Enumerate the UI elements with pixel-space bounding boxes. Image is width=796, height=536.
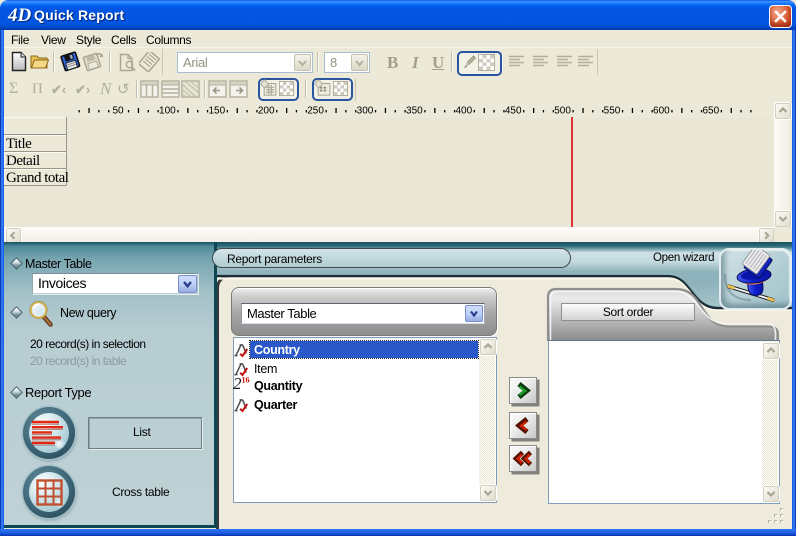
- svg-text:200: 200: [258, 106, 275, 117]
- svg-text:150: 150: [208, 106, 225, 117]
- svg-text:100: 100: [159, 106, 176, 117]
- svg-text:400: 400: [455, 106, 472, 117]
- svg-text:650: 650: [702, 106, 719, 117]
- svg-text:350: 350: [406, 106, 423, 117]
- svg-text:300: 300: [357, 106, 374, 117]
- svg-text:450: 450: [505, 106, 522, 117]
- svg-text:550: 550: [604, 106, 621, 117]
- svg-text:500: 500: [554, 106, 571, 117]
- svg-text:50: 50: [112, 106, 124, 117]
- svg-text:600: 600: [653, 106, 670, 117]
- svg-text:250: 250: [307, 106, 324, 117]
